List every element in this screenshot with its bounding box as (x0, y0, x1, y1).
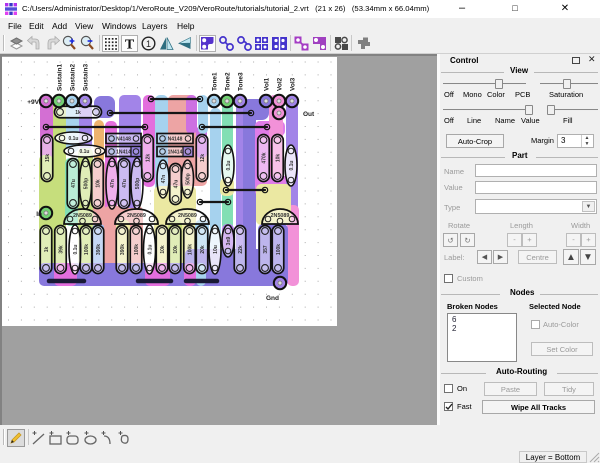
svg-text:Sustain3: Sustain3 (83, 64, 90, 91)
svg-text:T: T (125, 38, 135, 52)
svg-text:Tone1: Tone1 (212, 72, 219, 91)
svg-text:0.1u: 0.1u (226, 160, 232, 170)
svg-text:2N5089: 2N5089 (127, 213, 146, 219)
svg-text:10k: 10k (160, 245, 166, 254)
svg-text:47u: 47u (71, 179, 77, 188)
svg-text:1k: 1k (44, 247, 50, 253)
svg-text:0.1u: 0.1u (68, 136, 78, 142)
svg-text:Vol2: Vol2 (277, 77, 284, 91)
svg-text:Out: Out (303, 111, 315, 118)
svg-text:0.1u: 0.1u (73, 244, 79, 254)
svg-text:N4148: N4148 (168, 137, 183, 143)
svg-text:Vol3: Vol3 (290, 77, 297, 91)
svg-text:100k: 100k (84, 244, 90, 255)
svg-text:2N5089: 2N5089 (178, 213, 197, 219)
svg-text:15k: 15k (45, 154, 51, 163)
svg-text:2N5089: 2N5089 (271, 213, 290, 219)
svg-text:Tone3: Tone3 (238, 72, 245, 91)
svg-text:47u: 47u (174, 180, 180, 189)
svg-text:100k: 100k (188, 244, 194, 255)
svg-text:In: In (36, 211, 42, 218)
svg-text:12k: 12k (146, 154, 152, 163)
svg-text:Vol1: Vol1 (264, 77, 271, 91)
svg-text:500p: 500p (84, 178, 90, 189)
svg-text:0.1u: 0.1u (79, 149, 89, 155)
svg-text:10k: 10k (96, 179, 102, 188)
svg-text:390k: 390k (96, 244, 102, 255)
svg-text:3n9: 3n9 (226, 236, 232, 245)
svg-text:0.1u: 0.1u (148, 244, 154, 254)
svg-text:1N414: 1N414 (116, 150, 131, 156)
svg-text:10k: 10k (173, 245, 179, 254)
svg-text:12k: 12k (200, 154, 206, 163)
svg-text:1N414: 1N414 (168, 150, 183, 156)
svg-text:47n: 47n (110, 179, 116, 188)
svg-text:1k: 1k (75, 110, 81, 116)
svg-text:Tone2: Tone2 (225, 72, 232, 91)
svg-text:Sustain2: Sustain2 (70, 64, 77, 91)
svg-text:500p: 500p (186, 173, 192, 184)
svg-text:10u: 10u (213, 245, 219, 254)
svg-text:47u: 47u (122, 179, 128, 188)
svg-text:10k: 10k (276, 154, 282, 163)
svg-text:2N5089: 2N5089 (73, 213, 92, 219)
svg-text:22k: 22k (238, 245, 244, 254)
svg-text:+9V: +9V (27, 99, 39, 106)
svg-text:1: 1 (146, 39, 151, 49)
svg-text:N4148: N4148 (116, 137, 131, 143)
svg-text:390k: 390k (120, 244, 126, 255)
svg-text:100k: 100k (134, 244, 140, 255)
svg-text:Gnd: Gnd (266, 295, 279, 302)
svg-text:470k: 470k (262, 152, 268, 163)
svg-text:0.1u: 0.1u (289, 160, 295, 170)
svg-text:20k: 20k (200, 245, 206, 254)
svg-text:39k: 39k (59, 245, 65, 254)
svg-text:100k: 100k (276, 244, 282, 255)
svg-text:47n: 47n (161, 175, 167, 184)
svg-text:357: 357 (263, 245, 269, 254)
svg-text:500p: 500p (135, 178, 141, 189)
svg-text:Sustain1: Sustain1 (57, 64, 64, 91)
